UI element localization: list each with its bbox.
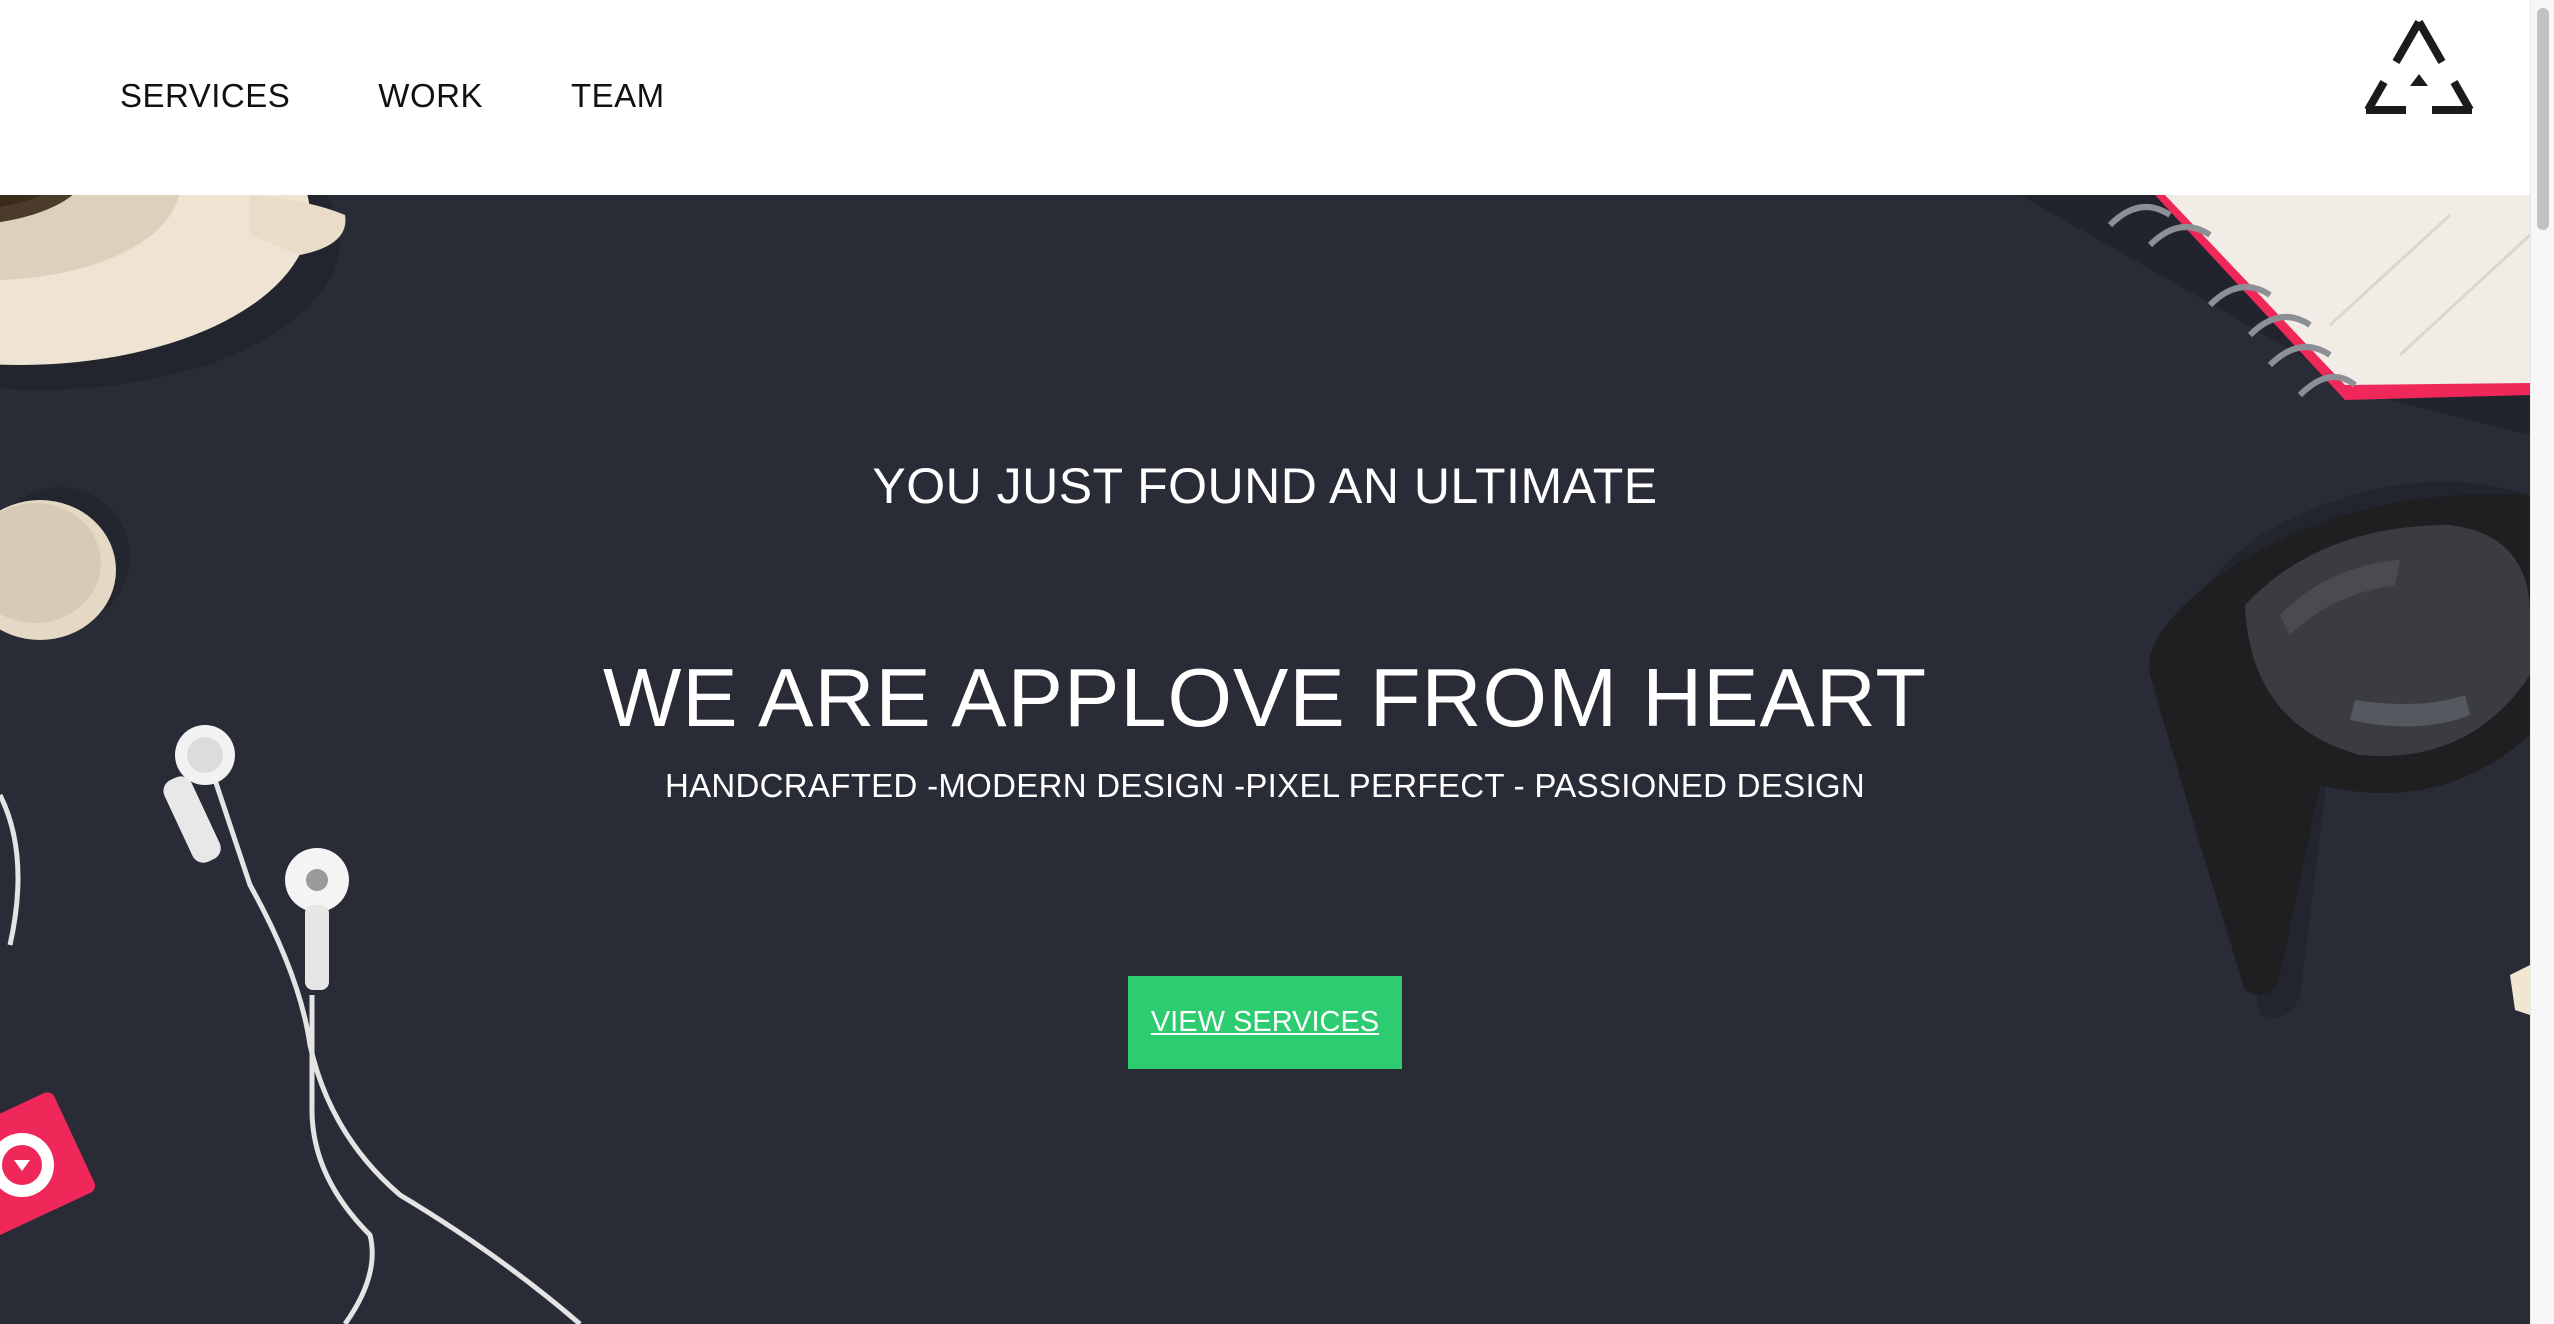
hero-desk-illustration (0, 195, 2530, 1324)
earphones-illustration (0, 749, 582, 1324)
page-scrollbar[interactable] (2530, 0, 2554, 1324)
page: SERVICES WORK TEAM YOU JUST FOUND AN ULT… (0, 0, 2554, 1324)
hero-section: YOU JUST FOUND AN ULTIMATE WE ARE APPLOV… (0, 195, 2530, 1324)
nav-item-work[interactable]: WORK (378, 72, 483, 120)
site-header: SERVICES WORK TEAM (0, 0, 2530, 195)
main-nav: SERVICES WORK TEAM (120, 72, 753, 120)
sunglasses-illustration (2148, 481, 2530, 1018)
hero-headline: WE ARE APPLOVE FROM HEART (602, 651, 1928, 744)
hero-subline: HANDCRAFTED -MODERN DESIGN -PIXEL PERFEC… (664, 767, 1866, 804)
view-services-button[interactable]: VIEW SERVICES (1128, 976, 1402, 1069)
pencil-illustration (2510, 965, 2530, 1015)
triangle-logo-icon[interactable] (2362, 16, 2476, 116)
music-player-illustration (0, 1092, 95, 1238)
hero-tagline: YOU JUST FOUND AN ULTIMATE (872, 458, 1658, 514)
notebook-illustration (2020, 195, 2530, 435)
coffee-cup-illustration (0, 195, 346, 390)
nav-item-team[interactable]: TEAM (571, 72, 665, 120)
nav-item-services[interactable]: SERVICES (120, 72, 290, 120)
earbud-right-illustration (285, 848, 349, 990)
scrollbar-thumb[interactable] (2537, 8, 2549, 230)
